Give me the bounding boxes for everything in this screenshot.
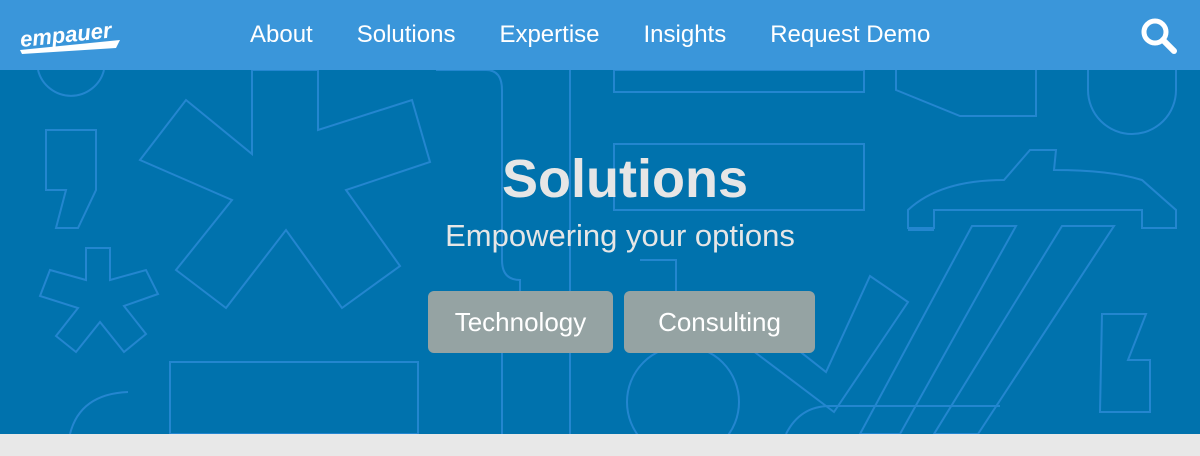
page-subtitle: Empowering your options <box>445 218 795 253</box>
hero-banner: Solutions Empowering your options Techno… <box>0 70 1200 434</box>
content-strip <box>0 434 1200 456</box>
nav-insights[interactable]: Insights <box>622 0 749 70</box>
consulting-button[interactable]: Consulting <box>624 291 815 353</box>
top-navbar: empauer About Solutions Expertise Insigh… <box>0 0 1200 70</box>
search-icon[interactable] <box>1140 17 1178 55</box>
nav-request-demo[interactable]: Request Demo <box>748 0 952 70</box>
main-nav: About Solutions Expertise Insights Reque… <box>228 0 952 70</box>
page: empauer About Solutions Expertise Insigh… <box>0 0 1200 456</box>
empauer-logo[interactable]: empauer <box>18 14 124 56</box>
nav-solutions[interactable]: Solutions <box>335 0 478 70</box>
technology-button[interactable]: Technology <box>428 291 613 353</box>
nav-expertise[interactable]: Expertise <box>477 0 621 70</box>
nav-about[interactable]: About <box>228 0 335 70</box>
page-title: Solutions <box>502 149 748 209</box>
